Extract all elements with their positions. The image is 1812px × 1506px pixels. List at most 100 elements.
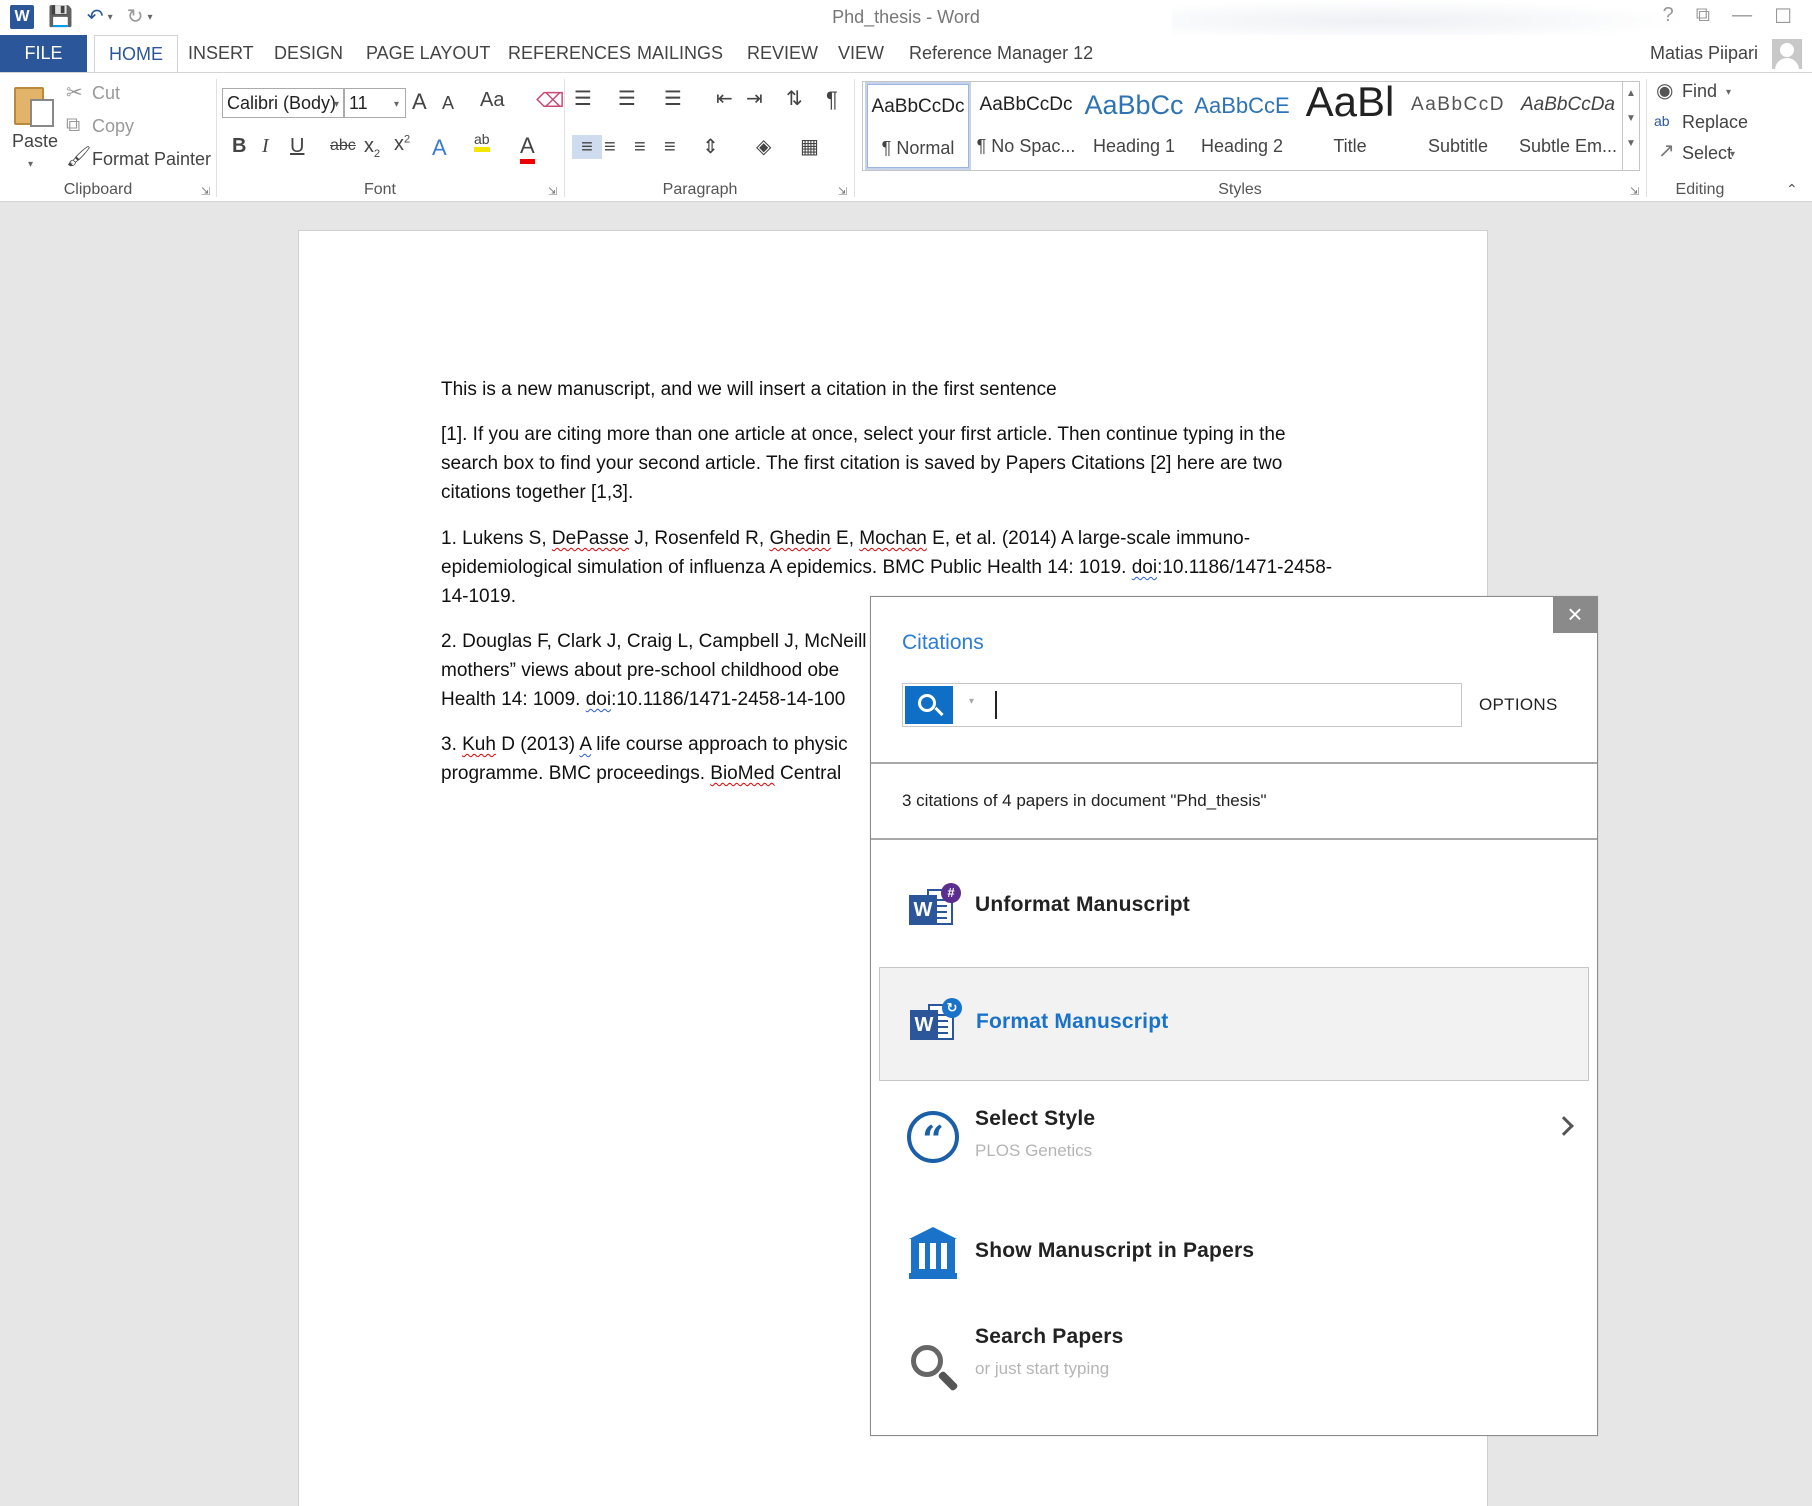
ribbon-display-options-icon[interactable]: ⧉ [1696,4,1710,29]
select-button[interactable]: Select [1682,143,1732,164]
replace-button[interactable]: Replace [1682,112,1748,133]
gallery-more-icon[interactable]: ▼ [1623,138,1639,149]
cut-button[interactable]: Cut [92,83,120,104]
styles-launcher-icon[interactable]: ⇲ [1630,185,1639,198]
select-dropdown-icon[interactable]: ▾ [1730,149,1735,160]
decrease-indent-icon[interactable]: ⇤ [716,87,733,111]
citation-search-box: ▾ [902,683,1462,727]
gallery-up-icon[interactable]: ▲ [1623,88,1639,99]
paste-button[interactable]: Paste [12,131,58,152]
bold-button[interactable]: B [232,135,246,158]
group-divider [1646,79,1647,197]
clear-formatting-icon[interactable]: ⌫ [536,89,564,113]
styles-gallery-scroll[interactable]: ▲ ▼ ▼ [1622,81,1640,171]
style-subtitle[interactable]: AaBbCcD Subtitle [1405,82,1511,170]
help-icon[interactable]: ? [1663,4,1674,29]
shading-icon[interactable]: ◈ [756,135,771,159]
numbering-icon[interactable]: ☰ [618,87,636,111]
highlight-button[interactable]: ab [474,131,490,152]
document-paragraph: This is a new manuscript, and we will in… [441,379,1057,400]
binoculars-icon: ◉ [1656,80,1674,102]
magnifier-icon [907,1343,959,1395]
tab-review[interactable]: REVIEW [733,35,832,72]
bullets-icon[interactable]: ☰ [574,87,592,111]
sort-icon[interactable]: ⇅ [786,87,803,111]
align-left-icon[interactable]: ≡ [572,135,602,159]
quote-icon: “ [907,1111,959,1163]
align-center-icon[interactable]: ≡ [604,135,616,159]
editing-group-label: Editing [1675,181,1725,198]
search-input[interactable] [995,691,1435,719]
user-name[interactable]: Matias Piipari [1650,35,1758,72]
paste-icon[interactable] [14,81,54,127]
borders-icon[interactable]: ▦ [800,135,819,159]
avatar[interactable] [1772,39,1802,69]
font-size-dropdown-icon[interactable]: ▾ [394,99,399,110]
paragraph-launcher-icon[interactable]: ⇲ [838,185,847,198]
change-case-button[interactable]: Aa [480,89,504,112]
find-button[interactable]: Find [1682,81,1717,102]
strikethrough-button[interactable]: abc [330,137,356,155]
collapse-ribbon-icon[interactable]: ⌃ [1786,181,1798,198]
style-subtle-emphasis[interactable]: AaBbCcDa Subtle Em... [1513,82,1623,170]
current-style-name: PLOS Genetics [975,1141,1093,1160]
paste-dropdown-icon[interactable]: ▾ [28,159,33,170]
align-right-icon[interactable]: ≡ [634,135,646,159]
subscript-button[interactable]: x2 [364,135,380,160]
multilevel-list-icon[interactable]: ☰ [664,87,682,111]
search-icon[interactable] [905,686,953,724]
font-launcher-icon[interactable]: ⇲ [548,185,557,198]
divider [871,838,1597,840]
tab-page-layout[interactable]: PAGE LAYOUT [352,35,504,72]
style-title[interactable]: AaBl Title [1297,78,1403,170]
tab-file[interactable]: FILE [0,35,87,72]
font-name-dropdown-icon[interactable]: ▾ [334,99,339,110]
style-no-spacing[interactable]: AaBbCcDc ¶ No Spac... [973,82,1079,170]
style-heading-2[interactable]: AaBbCcE Heading 2 [1189,82,1295,170]
unformat-manuscript-button[interactable]: W # Unformat Manuscript [879,857,1589,971]
ribbon-tabs: FILE HOME INSERT DESIGN PAGE LAYOUT REFE… [0,35,1812,73]
tab-view[interactable]: VIEW [824,35,898,72]
line-spacing-icon[interactable]: ⇕ [702,135,719,159]
tab-mailings[interactable]: MAILINGS [623,35,737,72]
clipboard-launcher-icon[interactable]: ⇲ [201,185,210,198]
tab-reference-manager[interactable]: Reference Manager 12 [895,35,1107,72]
style-heading-1[interactable]: AaBbCc Heading 1 [1081,82,1187,170]
format-manuscript-button[interactable]: W ↻ Format Manuscript [879,967,1589,1081]
grow-font-button[interactable]: A [412,89,427,115]
justify-icon[interactable]: ≡ [664,135,676,159]
search-scope-dropdown-icon[interactable]: ▾ [969,696,974,707]
copy-button[interactable]: Copy [92,116,134,137]
gallery-down-icon[interactable]: ▼ [1623,113,1639,124]
increase-indent-icon[interactable]: ⇥ [746,87,763,111]
options-button[interactable]: OPTIONS [1479,695,1558,715]
style-normal[interactable]: AaBbCcDc ¶ Normal [865,82,971,170]
italic-button[interactable]: I [262,135,269,158]
action-hint: or just start typing [975,1359,1110,1378]
close-icon[interactable]: × [1553,597,1597,633]
font-color-button[interactable]: A [520,133,535,164]
underline-button[interactable]: U [290,135,304,158]
tab-insert[interactable]: INSERT [174,35,268,72]
font-name-combobox[interactable]: Calibri (Body) [222,88,344,118]
format-painter-button[interactable]: Format Painter [92,149,211,170]
font-name-value: Calibri (Body) [227,93,337,113]
maximize-icon[interactable]: ☐ [1774,4,1792,29]
text-effects-button[interactable]: A [432,135,447,161]
find-dropdown-icon[interactable]: ▾ [1726,87,1731,98]
select-style-button[interactable]: “ Select Style PLOS Genetics [879,1081,1589,1195]
action-title: Select Style [975,1107,1096,1130]
library-icon [907,1227,959,1279]
tab-home[interactable]: HOME [94,35,178,73]
minimize-icon[interactable]: — [1732,4,1752,29]
shrink-font-button[interactable]: A [442,93,454,114]
show-marks-button[interactable]: ¶ [826,87,838,113]
clipboard-group-label: Clipboard [63,181,133,198]
superscript-button[interactable]: x2 [394,133,410,156]
title-bar: W 💾 ↶ ▾ ↻ ▾ Phd_thesis - Word ? ⧉ — ☐ [0,0,1812,35]
word-format-icon: W ↻ [908,998,962,1050]
show-manuscript-in-papers-button[interactable]: Show Manuscript in Papers [879,1195,1589,1309]
reference-3: 3. Kuh D (2013) A life course approach t… [441,734,848,784]
search-papers-button[interactable]: Search Papers or just start typing [879,1309,1589,1423]
tab-design[interactable]: DESIGN [260,35,357,72]
